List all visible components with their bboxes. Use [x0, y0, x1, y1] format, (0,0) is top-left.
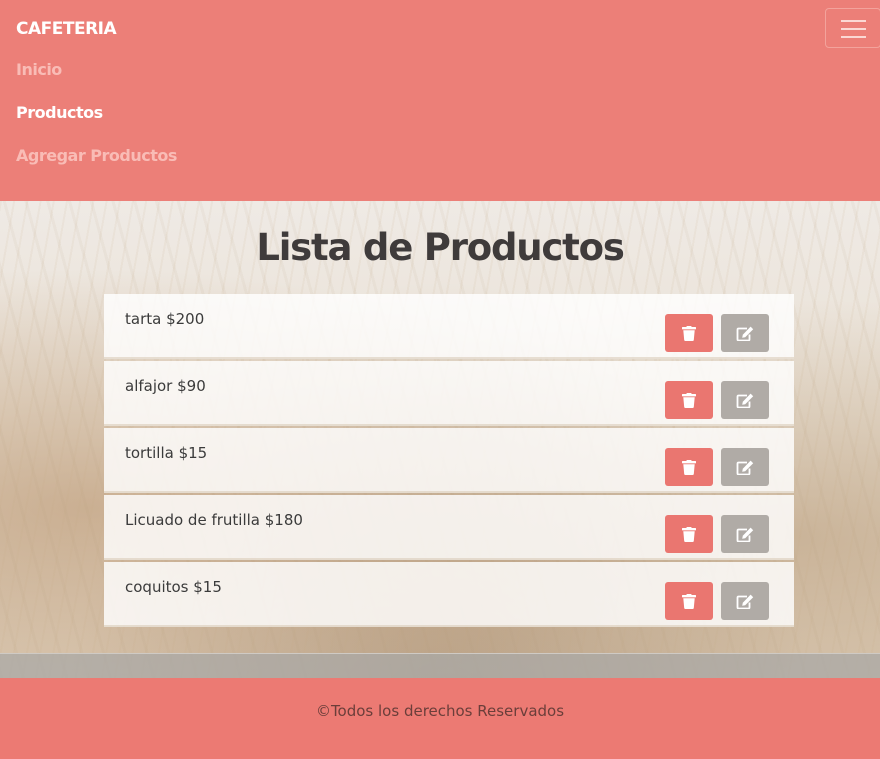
edit-icon	[736, 393, 754, 408]
edit-icon	[736, 527, 754, 542]
delete-button[interactable]	[665, 314, 713, 352]
list-item: tortilla $15	[104, 428, 794, 493]
list-item: Licuado de frutilla $180	[104, 495, 794, 560]
trash-icon	[682, 526, 696, 542]
navbar: CAFETERIA Inicio Productos Agregar Produ…	[0, 0, 880, 201]
list-item: alfajor $90	[104, 361, 794, 426]
footer-copyright: ©Todos los derechos Reservados	[315, 702, 565, 720]
nav-link-productos[interactable]: Productos	[16, 103, 103, 122]
edit-button[interactable]	[721, 582, 769, 620]
edit-button[interactable]	[721, 515, 769, 553]
edit-icon	[736, 326, 754, 341]
edit-icon	[736, 594, 754, 609]
nav-link-inicio[interactable]: Inicio	[16, 60, 62, 79]
trash-icon	[682, 593, 696, 609]
footer-divider	[0, 653, 880, 678]
nav-link-agregar-productos[interactable]: Agregar Productos	[16, 146, 177, 165]
edit-icon	[736, 460, 754, 475]
trash-icon	[682, 325, 696, 341]
delete-button[interactable]	[665, 515, 713, 553]
page-title: Lista de Productos	[256, 226, 625, 269]
product-text: alfajor $90	[125, 377, 206, 395]
brand-logo[interactable]: CAFETERIA	[16, 19, 117, 39]
delete-button[interactable]	[665, 381, 713, 419]
product-text: tortilla $15	[125, 444, 208, 462]
product-list: tarta $200 alfajor $90 tortilla $15 Licu…	[104, 294, 794, 629]
delete-button[interactable]	[665, 582, 713, 620]
list-item: coquitos $15	[104, 562, 794, 627]
edit-button[interactable]	[721, 448, 769, 486]
trash-icon	[682, 459, 696, 475]
product-text: coquitos $15	[125, 578, 222, 596]
trash-icon	[682, 392, 696, 408]
footer: ©Todos los derechos Reservados	[0, 678, 880, 759]
edit-button[interactable]	[721, 381, 769, 419]
delete-button[interactable]	[665, 448, 713, 486]
product-text: Licuado de frutilla $180	[125, 511, 303, 529]
navbar-toggler-button[interactable]	[825, 8, 880, 48]
product-text: tarta $200	[125, 310, 205, 328]
edit-button[interactable]	[721, 314, 769, 352]
list-item: tarta $200	[104, 294, 794, 359]
